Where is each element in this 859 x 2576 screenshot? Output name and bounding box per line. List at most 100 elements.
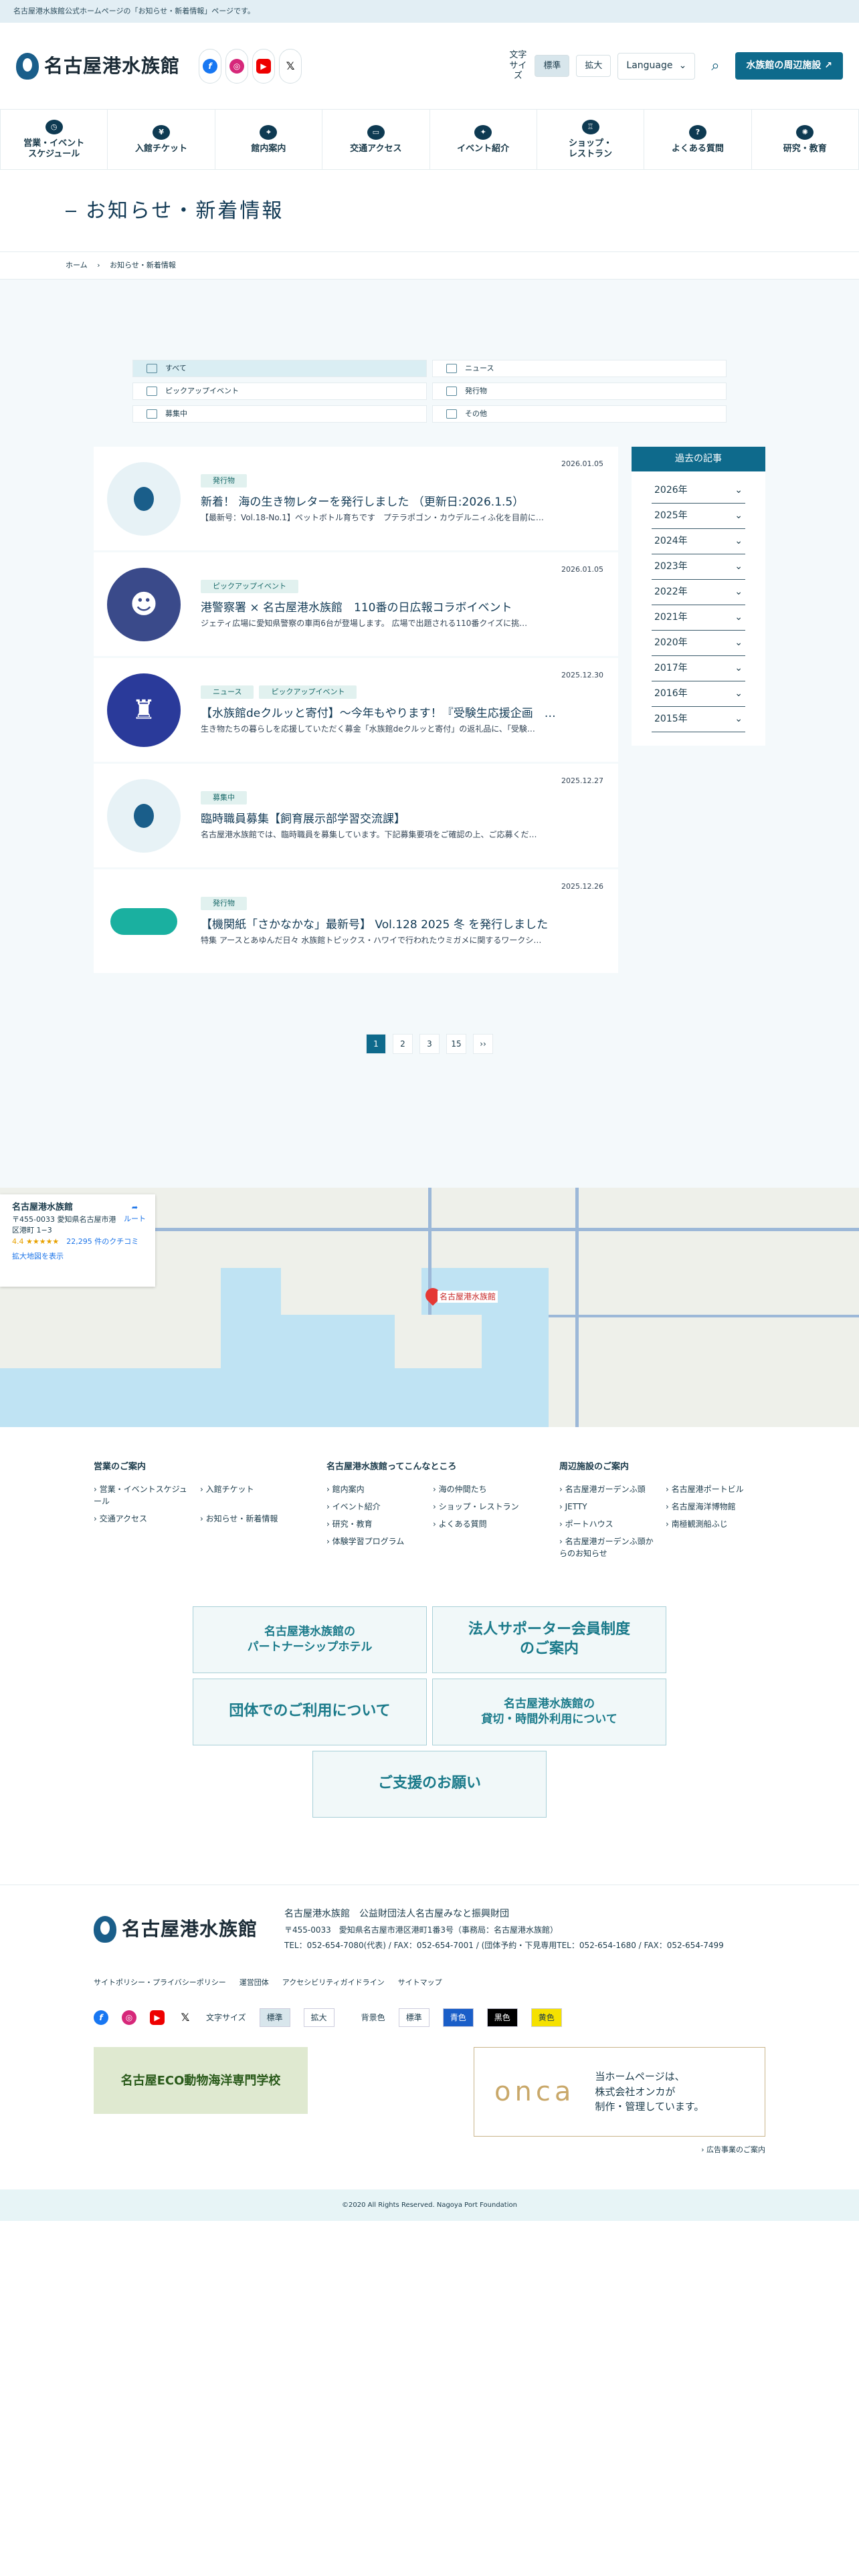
news-item[interactable]: 発行物 【機関紙「さかなかな」最新号】 Vol.128 2025 冬 を発行しまし… bbox=[94, 869, 618, 973]
archive-year[interactable]: 2022年 ⌄ bbox=[652, 580, 745, 605]
filter-tab-1[interactable]: ニュース bbox=[432, 360, 727, 377]
page-link-1[interactable]: 2 bbox=[393, 1034, 413, 1054]
search-button[interactable]: ⌕ bbox=[702, 53, 729, 80]
place-reviews-link[interactable]: 22,295 件のクチコミ bbox=[66, 1237, 138, 1246]
ad-info-link[interactable]: › 広告事業のご案内 bbox=[701, 2145, 765, 2154]
instagram-icon[interactable]: ◎ bbox=[122, 2010, 136, 2026]
footer-link[interactable]: 名古屋港ポートビル bbox=[666, 1483, 765, 1495]
footer-link[interactable]: イベント紹介 bbox=[326, 1501, 426, 1513]
archive-year[interactable]: 2021年 ⌄ bbox=[652, 605, 745, 631]
footer-link[interactable]: 体験学習プログラム bbox=[326, 1535, 426, 1547]
filter-tab-2[interactable]: ピックアップイベント bbox=[132, 383, 427, 400]
archive-year[interactable]: 2015年 ⌄ bbox=[652, 707, 745, 732]
footer-link[interactable]: 南極観測船ふじ bbox=[666, 1518, 765, 1530]
nav-item-5[interactable]: ♖ ショップ・ レストラン bbox=[536, 110, 644, 169]
bg-standard[interactable]: 標準 bbox=[398, 2008, 430, 2028]
banner-link-2[interactable]: 団体でのご利用について bbox=[193, 1678, 427, 1745]
footer-link[interactable]: 研究・教育 bbox=[326, 1518, 426, 1530]
place-rating: 4.4 ★★★★★ bbox=[12, 1237, 60, 1246]
archive-year[interactable]: 2016年 ⌄ bbox=[652, 681, 745, 707]
google-map[interactable]: 名古屋港水族館 名古屋港水族館 〒455-0033 愛知県名古屋市港区港町 1−… bbox=[0, 1188, 859, 1427]
nav-item-7[interactable]: ✺ 研究・教育 bbox=[751, 110, 859, 169]
footer-font-large[interactable]: 拡大 bbox=[303, 2008, 335, 2028]
news-item[interactable]: ♜ ニュース ピックアップイベント 【水族館deクルッと寄付】～今年もやります！『受験… bbox=[94, 658, 618, 762]
nav-item-2[interactable]: ⌖ 館内案内 bbox=[214, 110, 322, 169]
facebook-link[interactable]: f bbox=[199, 48, 222, 84]
news-date: 2025.12.26 bbox=[561, 882, 603, 891]
footer-link[interactable]: ショップ・レストラン bbox=[433, 1501, 533, 1513]
news-tag: 募集中 bbox=[201, 790, 247, 804]
banner-link-1[interactable]: 法人サポーター会員制度 のご案内 bbox=[432, 1606, 666, 1673]
youtube-link[interactable]: ▶ bbox=[252, 48, 276, 84]
archive-year[interactable]: 2020年 ⌄ bbox=[652, 631, 745, 656]
banner-link-0[interactable]: 名古屋港水族館の パートナーシップホテル bbox=[193, 1606, 427, 1673]
instagram-link[interactable]: ◎ bbox=[225, 48, 249, 84]
route-button[interactable]: ➦ ルート bbox=[124, 1202, 146, 1224]
policy-link[interactable]: 運営団体 bbox=[240, 1977, 269, 1989]
onca-banner[interactable]: onca 当ホームページは、 株式会社オンカが 制作・管理しています。 bbox=[474, 2047, 765, 2137]
news-item[interactable]: 募集中 臨時職員募集【飼育展示部学習交流課】 名古屋港水族館では、臨時職員を募集して… bbox=[94, 764, 618, 867]
eco-school-banner[interactable]: 名古屋ECO動物海洋専門学校 bbox=[94, 2047, 308, 2115]
archive-year[interactable]: 2026年 ⌄ bbox=[652, 478, 745, 504]
bg-black[interactable]: 黒色 bbox=[486, 2008, 518, 2028]
youtube-icon[interactable]: ▶ bbox=[150, 2010, 165, 2026]
nav-item-6[interactable]: ? よくある質問 bbox=[644, 110, 751, 169]
page-header: お知らせ・新着情報 bbox=[0, 170, 859, 251]
footer-link[interactable]: 海の仲間たち bbox=[433, 1483, 533, 1495]
filter-tab-4[interactable]: 募集中 bbox=[132, 405, 427, 423]
nearby-facilities-button[interactable]: 水族館の周辺施設 ↗ bbox=[735, 52, 843, 80]
news-thumbnail bbox=[107, 884, 181, 958]
chevron-down-icon: ⌄ bbox=[735, 637, 743, 648]
enlarge-map-link[interactable]: 拡大地図を表示 bbox=[12, 1251, 143, 1263]
nav-item-3[interactable]: ▭ 交通アクセス bbox=[322, 110, 429, 169]
nav-label: 交通アクセス bbox=[350, 143, 402, 154]
nav-item-4[interactable]: ✦ イベント紹介 bbox=[429, 110, 537, 169]
bg-yellow[interactable]: 黄色 bbox=[531, 2008, 562, 2028]
font-standard-button[interactable]: 標準 bbox=[535, 54, 570, 78]
footer-link[interactable]: 館内案内 bbox=[326, 1483, 426, 1495]
archive-year[interactable]: 2025年 ⌄ bbox=[652, 504, 745, 529]
language-select[interactable]: Language ⌄ bbox=[617, 52, 696, 80]
footer-logo[interactable]: 名古屋港水族館 bbox=[94, 1915, 258, 1943]
footer-link[interactable]: 入館チケット bbox=[200, 1483, 300, 1507]
policy-link[interactable]: サイトポリシー・プライバシーポリシー bbox=[94, 1977, 226, 1989]
x-link[interactable]: 𝕏 bbox=[279, 48, 302, 84]
nav-item-0[interactable]: ◷ 営業・イベント スケジュール bbox=[0, 110, 107, 169]
archive-year[interactable]: 2024年 ⌄ bbox=[652, 529, 745, 554]
footer-link[interactable]: 名古屋海洋博物館 bbox=[666, 1501, 765, 1513]
policy-link[interactable]: アクセシビリティガイドライン bbox=[282, 1977, 385, 1989]
news-item[interactable]: 発行物 新着！ 海の生き物レターを発行しました （更新日:2026.1.5） 【最新… bbox=[94, 447, 618, 550]
copyright: ©2020 All Rights Reserved. Nagoya Port F… bbox=[0, 2189, 859, 2221]
filter-tab-3[interactable]: 発行物 bbox=[432, 383, 727, 400]
archive-year[interactable]: 2023年 ⌄ bbox=[652, 554, 745, 580]
page-link-3[interactable]: 15 bbox=[446, 1034, 466, 1054]
policy-link[interactable]: サイトマップ bbox=[398, 1977, 442, 1989]
footer-font-standard[interactable]: 標準 bbox=[259, 2008, 290, 2028]
nav-item-1[interactable]: ¥ 入館チケット bbox=[107, 110, 214, 169]
footer-link[interactable]: 名古屋港ガーデンふ頭 bbox=[559, 1483, 659, 1495]
site-logo[interactable]: 名古屋港水族館 f ◎ ▶ 𝕏 bbox=[16, 48, 302, 84]
topbar-notice: 名古屋港水族館公式ホームページの「お知らせ・新着情報」ページです。 bbox=[0, 0, 859, 23]
footer-link[interactable]: JETTY bbox=[559, 1501, 659, 1513]
footer-link[interactable]: お知らせ・新着情報 bbox=[200, 1513, 300, 1525]
banner-link-4[interactable]: ご支援のお願い bbox=[312, 1750, 547, 1818]
news-body: 発行物 【機関紙「さかなかな」最新号】 Vol.128 2025 冬 を発行しまし… bbox=[201, 896, 605, 946]
banner-link-3[interactable]: 名古屋港水族館の 貸切・時間外利用について bbox=[432, 1678, 666, 1745]
page-link-0[interactable]: 1 bbox=[366, 1034, 386, 1054]
archive-year[interactable]: 2017年 ⌄ bbox=[652, 656, 745, 681]
news-item[interactable]: ☻ ピックアップイベント 港警察署 × 名古屋港水族館 110番の日広報コラボイベン… bbox=[94, 552, 618, 656]
footer-link[interactable]: ポートハウス bbox=[559, 1518, 659, 1530]
page-link-4[interactable]: ›› bbox=[473, 1034, 493, 1054]
font-large-button[interactable]: 拡大 bbox=[576, 54, 611, 78]
filter-tab-5[interactable]: その他 bbox=[432, 405, 727, 423]
bg-blue[interactable]: 青色 bbox=[442, 2008, 474, 2028]
page-link-2[interactable]: 3 bbox=[419, 1034, 440, 1054]
breadcrumb-home[interactable]: ホーム bbox=[66, 261, 88, 270]
footer-link[interactable]: 営業・イベントスケジュール bbox=[94, 1483, 193, 1507]
facebook-icon[interactable]: f bbox=[94, 2010, 108, 2026]
footer-link[interactable]: 名古屋港ガーデンふ頭からのお知らせ bbox=[559, 1535, 659, 1560]
x-icon[interactable]: 𝕏 bbox=[178, 2010, 193, 2025]
footer-link[interactable]: 交通アクセス bbox=[94, 1513, 193, 1525]
footer-link[interactable]: よくある質問 bbox=[433, 1518, 533, 1530]
filter-tab-0[interactable]: すべて bbox=[132, 360, 427, 377]
